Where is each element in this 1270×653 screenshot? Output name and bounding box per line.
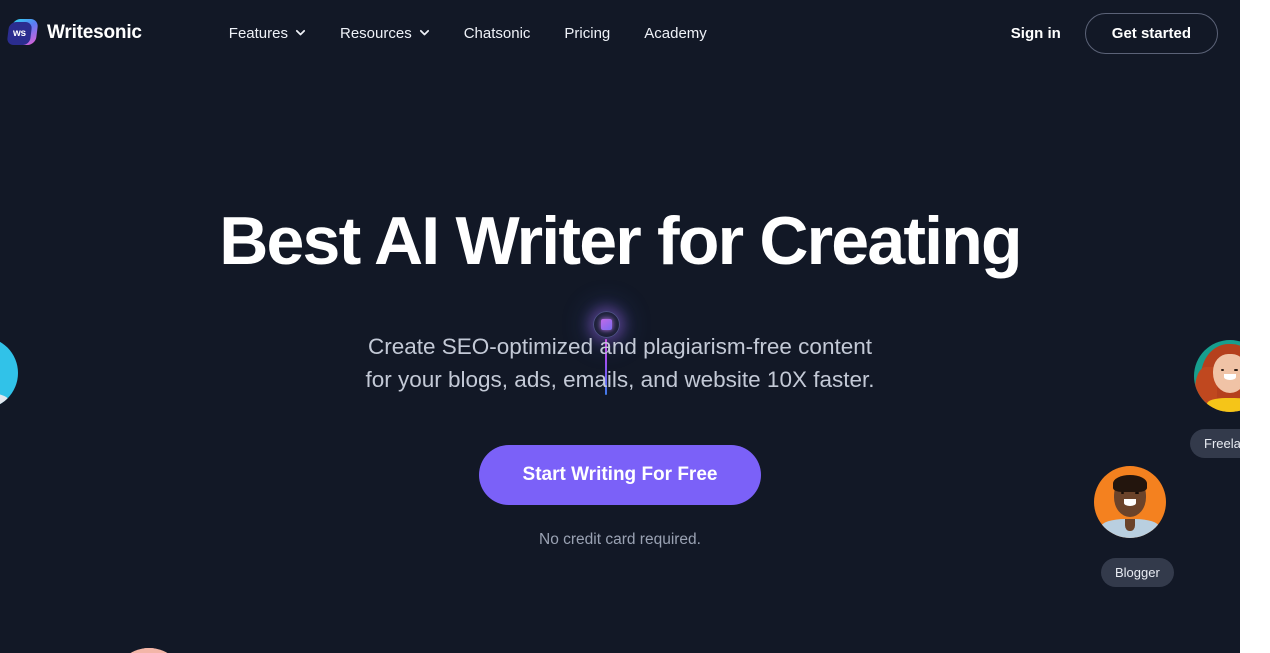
nav-item-pricing[interactable]: Pricing bbox=[547, 17, 627, 50]
writesonic-logo-icon: ws bbox=[6, 18, 39, 48]
avatar bbox=[0, 337, 18, 409]
avatar bbox=[1094, 466, 1166, 538]
page-root: ws Writesonic Features Resources Chatson… bbox=[0, 0, 1270, 653]
avatar bbox=[113, 648, 185, 653]
page-title: Best AI Writer for Creating bbox=[219, 203, 1022, 279]
get-started-button[interactable]: Get started bbox=[1084, 12, 1218, 54]
avatar-label-blogger: Blogger bbox=[1101, 558, 1174, 587]
nav-actions: Sign in Get started bbox=[1005, 12, 1218, 54]
nav-item-chatsonic-label: Chatsonic bbox=[463, 24, 531, 42]
cursor-beam-line bbox=[605, 339, 607, 395]
nav-item-pricing-label: Pricing bbox=[564, 24, 611, 42]
hero-subheading-line-1: Create SEO-optimized and plagiarism-free… bbox=[368, 334, 872, 360]
avatar-card-freelancer: Freelancer bbox=[1190, 340, 1240, 458]
ai-cursor-icon bbox=[593, 311, 620, 338]
hero-section: Best AI Writer for Creating Create SEO-o… bbox=[0, 0, 1240, 653]
hero-subheading: Create SEO-optimized and plagiarism-free… bbox=[365, 331, 874, 396]
nav-item-academy-label: Academy bbox=[644, 24, 707, 42]
nav-item-features[interactable]: Features bbox=[212, 17, 323, 50]
nav-links: Features Resources Chatsonic Pricing Aca… bbox=[212, 17, 724, 50]
hero-subheading-line-2: for your blogs, ads, emails, and website… bbox=[365, 367, 875, 393]
chevron-down-icon bbox=[295, 27, 306, 38]
brand-name: Writesonic bbox=[47, 22, 142, 43]
no-credit-card-note: No credit card required. bbox=[539, 530, 701, 548]
nav-item-resources[interactable]: Resources bbox=[323, 17, 447, 50]
avatar-card-bottom-partial bbox=[113, 648, 185, 653]
main-navbar: ws Writesonic Features Resources Chatson… bbox=[0, 0, 1240, 66]
nav-item-academy[interactable]: Academy bbox=[627, 17, 724, 50]
nav-item-features-label: Features bbox=[228, 24, 288, 42]
avatar-card-left-partial: r bbox=[0, 337, 18, 455]
avatar bbox=[1194, 340, 1240, 412]
page-right-gutter bbox=[1240, 0, 1270, 653]
browser-viewport: ws Writesonic Features Resources Chatson… bbox=[0, 0, 1240, 653]
sign-in-link[interactable]: Sign in bbox=[1005, 17, 1067, 50]
start-writing-for-free-button[interactable]: Start Writing For Free bbox=[478, 444, 762, 505]
avatar-card-blogger: Blogger bbox=[1094, 466, 1174, 587]
logo-mark-text: ws bbox=[13, 27, 26, 39]
nav-item-resources-label: Resources bbox=[340, 24, 412, 42]
brand-logo-link[interactable]: ws Writesonic bbox=[6, 18, 142, 48]
ai-cursor-indicator bbox=[593, 311, 620, 395]
avatar-label-freelancer: Freelancer bbox=[1190, 429, 1240, 458]
chevron-down-icon bbox=[419, 27, 430, 38]
nav-item-chatsonic[interactable]: Chatsonic bbox=[447, 17, 548, 50]
